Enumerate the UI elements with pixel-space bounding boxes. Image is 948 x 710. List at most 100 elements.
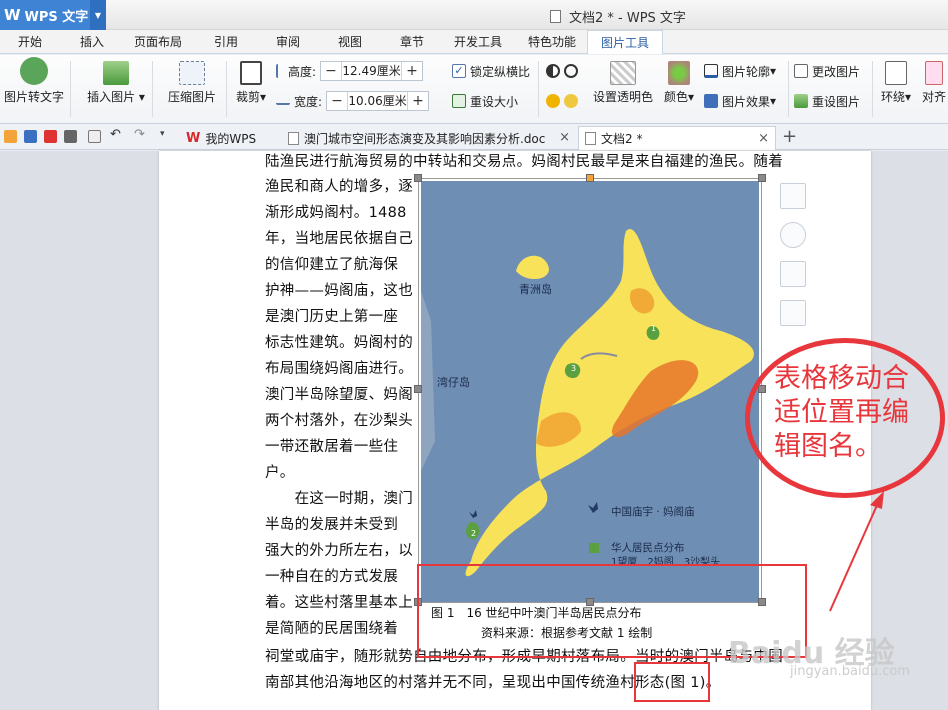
- change-picture-button[interactable]: 更改图片: [794, 61, 860, 81]
- compress-icon: [179, 61, 205, 85]
- rotate-handle[interactable]: [586, 174, 594, 182]
- print-icon[interactable]: [64, 130, 77, 143]
- doc-tab-doc2[interactable]: 文档2 * ×: [578, 126, 776, 150]
- undo-icon[interactable]: ↶: [110, 127, 123, 142]
- chevron-down-icon: ▾: [770, 94, 777, 108]
- chevron-down-icon: ▾: [687, 90, 695, 104]
- close-icon[interactable]: ×: [758, 131, 769, 146]
- doc-tab-label: 澳门城市空间形态演变及其影响因素分析.doc: [304, 131, 546, 146]
- tab-features[interactable]: 特色功能: [520, 30, 584, 54]
- insert-picture-button[interactable]: 插入图片 ▾: [84, 57, 148, 105]
- align-icon: [925, 61, 943, 85]
- plus-icon[interactable]: +: [408, 92, 428, 110]
- checkbox-checked-icon: ✓: [452, 64, 466, 78]
- label-qingzhou: 青洲岛: [519, 282, 552, 296]
- document-icon: [288, 131, 299, 145]
- img-to-text-label: 图片转文字: [3, 90, 64, 104]
- export-pdf-icon[interactable]: [44, 130, 57, 143]
- text-line: 两个村落外，在沙梨头: [265, 413, 413, 429]
- chevron-down-icon[interactable]: ▼: [90, 0, 106, 30]
- legend-temple-icon: [588, 502, 598, 513]
- crop-icon[interactable]: [780, 261, 806, 287]
- tab-references[interactable]: 引用: [204, 30, 248, 54]
- wps-logo-icon: W: [4, 6, 21, 24]
- tab-picture-tools[interactable]: 图片工具: [587, 30, 663, 54]
- height-label: 高度:: [288, 64, 317, 79]
- workspace: ▾ 陆渔民进行航海贸易的中转站和交易点。妈阁村民最早是来自福建的渔民。随着 渔民…: [0, 151, 948, 710]
- img-to-text-icon: [20, 57, 48, 85]
- tab-home[interactable]: 开始: [8, 30, 52, 54]
- wrap-label: 环绕: [880, 90, 905, 104]
- brightness-buttons[interactable]: [546, 61, 582, 81]
- redo-icon[interactable]: ↷: [134, 127, 147, 142]
- customize-qat-icon[interactable]: ▾: [160, 129, 173, 142]
- reset-picture-button[interactable]: 重设图片: [794, 91, 860, 111]
- crop-icon: [240, 61, 262, 85]
- tab-developer[interactable]: 开发工具: [446, 30, 510, 54]
- reset-size-button[interactable]: 重设大小: [452, 91, 518, 111]
- minus-icon[interactable]: −: [321, 62, 341, 80]
- tab-section[interactable]: 章节: [390, 30, 434, 54]
- width-value[interactable]: 10.06厘米: [347, 92, 409, 110]
- picture-icon: [103, 61, 129, 85]
- crop-button[interactable]: 裁剪▾: [230, 57, 272, 105]
- picture-outline-button[interactable]: 图片轮廓 ▾: [704, 61, 776, 81]
- tab-insert[interactable]: 插入: [70, 30, 114, 54]
- new-tab-icon[interactable]: +: [782, 126, 797, 147]
- plus-icon[interactable]: +: [402, 62, 422, 80]
- text-line: 强大的外力所左右，以: [265, 543, 413, 559]
- app-menu-button[interactable]: W WPS 文字 ▼: [0, 0, 106, 30]
- picture-effect-button[interactable]: 图片效果 ▾: [704, 91, 776, 111]
- width-control: 宽度: − 10.06厘米 +: [276, 91, 430, 111]
- settlement-num-1: 1: [651, 324, 656, 333]
- img-to-text-button[interactable]: 图片转文字: [0, 57, 68, 105]
- resize-handle[interactable]: [758, 174, 766, 182]
- map-picture[interactable]: 青洲岛 湾仔岛 1 3 2 中国庙宇 · 妈阁庙 华人居民点分布 1望厦 2妈阁…: [421, 181, 759, 602]
- height-value[interactable]: 12.49厘米: [341, 62, 403, 80]
- lock-ratio-label: 锁定纵横比: [470, 64, 531, 79]
- text-line: 一种自在的方式发展: [265, 569, 399, 585]
- wrap-icon: [885, 61, 907, 85]
- effect-label: 图片效果: [722, 94, 771, 109]
- doc-tab-my-wps[interactable]: W 我的WPS: [180, 126, 276, 150]
- tab-page-layout[interactable]: 页面布局: [128, 30, 188, 54]
- doc-tab-label: 我的WPS: [205, 131, 257, 146]
- text-line: 护神——妈阁庙，这也: [265, 283, 413, 299]
- text-line: 年，当地居民依据自己: [265, 231, 413, 247]
- insert-picture-label: 插入图片: [87, 90, 136, 104]
- open-folder-icon[interactable]: [4, 130, 17, 143]
- set-transparent-button[interactable]: 设置透明色: [590, 57, 656, 105]
- save-icon[interactable]: [24, 130, 37, 143]
- qingzhou-island-land: [516, 255, 549, 280]
- minus-icon[interactable]: −: [327, 92, 347, 110]
- width-label: 宽度:: [294, 94, 323, 109]
- compress-picture-button[interactable]: 压缩图片: [160, 57, 224, 105]
- print-preview-icon[interactable]: [88, 130, 101, 143]
- height-icon: [276, 64, 284, 78]
- tab-review[interactable]: 审阅: [266, 30, 310, 54]
- text-line: 半岛的发展并未受到: [265, 517, 399, 533]
- text-line: 布局围绕妈阁庙进行。: [265, 361, 413, 377]
- reset-picture-icon: [794, 94, 808, 108]
- tab-view[interactable]: 视图: [328, 30, 372, 54]
- window-title-text: 文档2 * - WPS 文字: [569, 11, 686, 26]
- close-icon[interactable]: ×: [559, 130, 570, 145]
- wrap-button[interactable]: 环绕▾: [876, 57, 916, 105]
- text-line: 户。: [265, 465, 295, 481]
- doc-tab-macau[interactable]: 澳门城市空间形态演变及其影响因素分析.doc ×: [282, 126, 576, 150]
- lock-ratio-checkbox[interactable]: ✓ 锁定纵横比: [452, 61, 530, 81]
- color-button[interactable]: 颜色▾: [660, 57, 698, 105]
- contrast-reduce-icon: [564, 64, 578, 78]
- resize-handle[interactable]: [414, 174, 422, 182]
- brightness-down-icon: [564, 94, 578, 108]
- height-stepper[interactable]: − 12.49厘米 +: [320, 61, 424, 81]
- align-button[interactable]: 对齐: [920, 57, 948, 105]
- layout-options-icon[interactable]: [780, 183, 806, 209]
- wps-icon: W: [186, 130, 201, 146]
- zoom-in-icon[interactable]: [780, 222, 806, 248]
- width-stepper[interactable]: − 10.06厘米 +: [326, 91, 430, 111]
- border-icon[interactable]: [780, 300, 806, 326]
- resize-handle[interactable]: [414, 385, 422, 393]
- text-line: 的信仰建立了航海保: [265, 257, 399, 273]
- light-buttons[interactable]: [546, 91, 582, 111]
